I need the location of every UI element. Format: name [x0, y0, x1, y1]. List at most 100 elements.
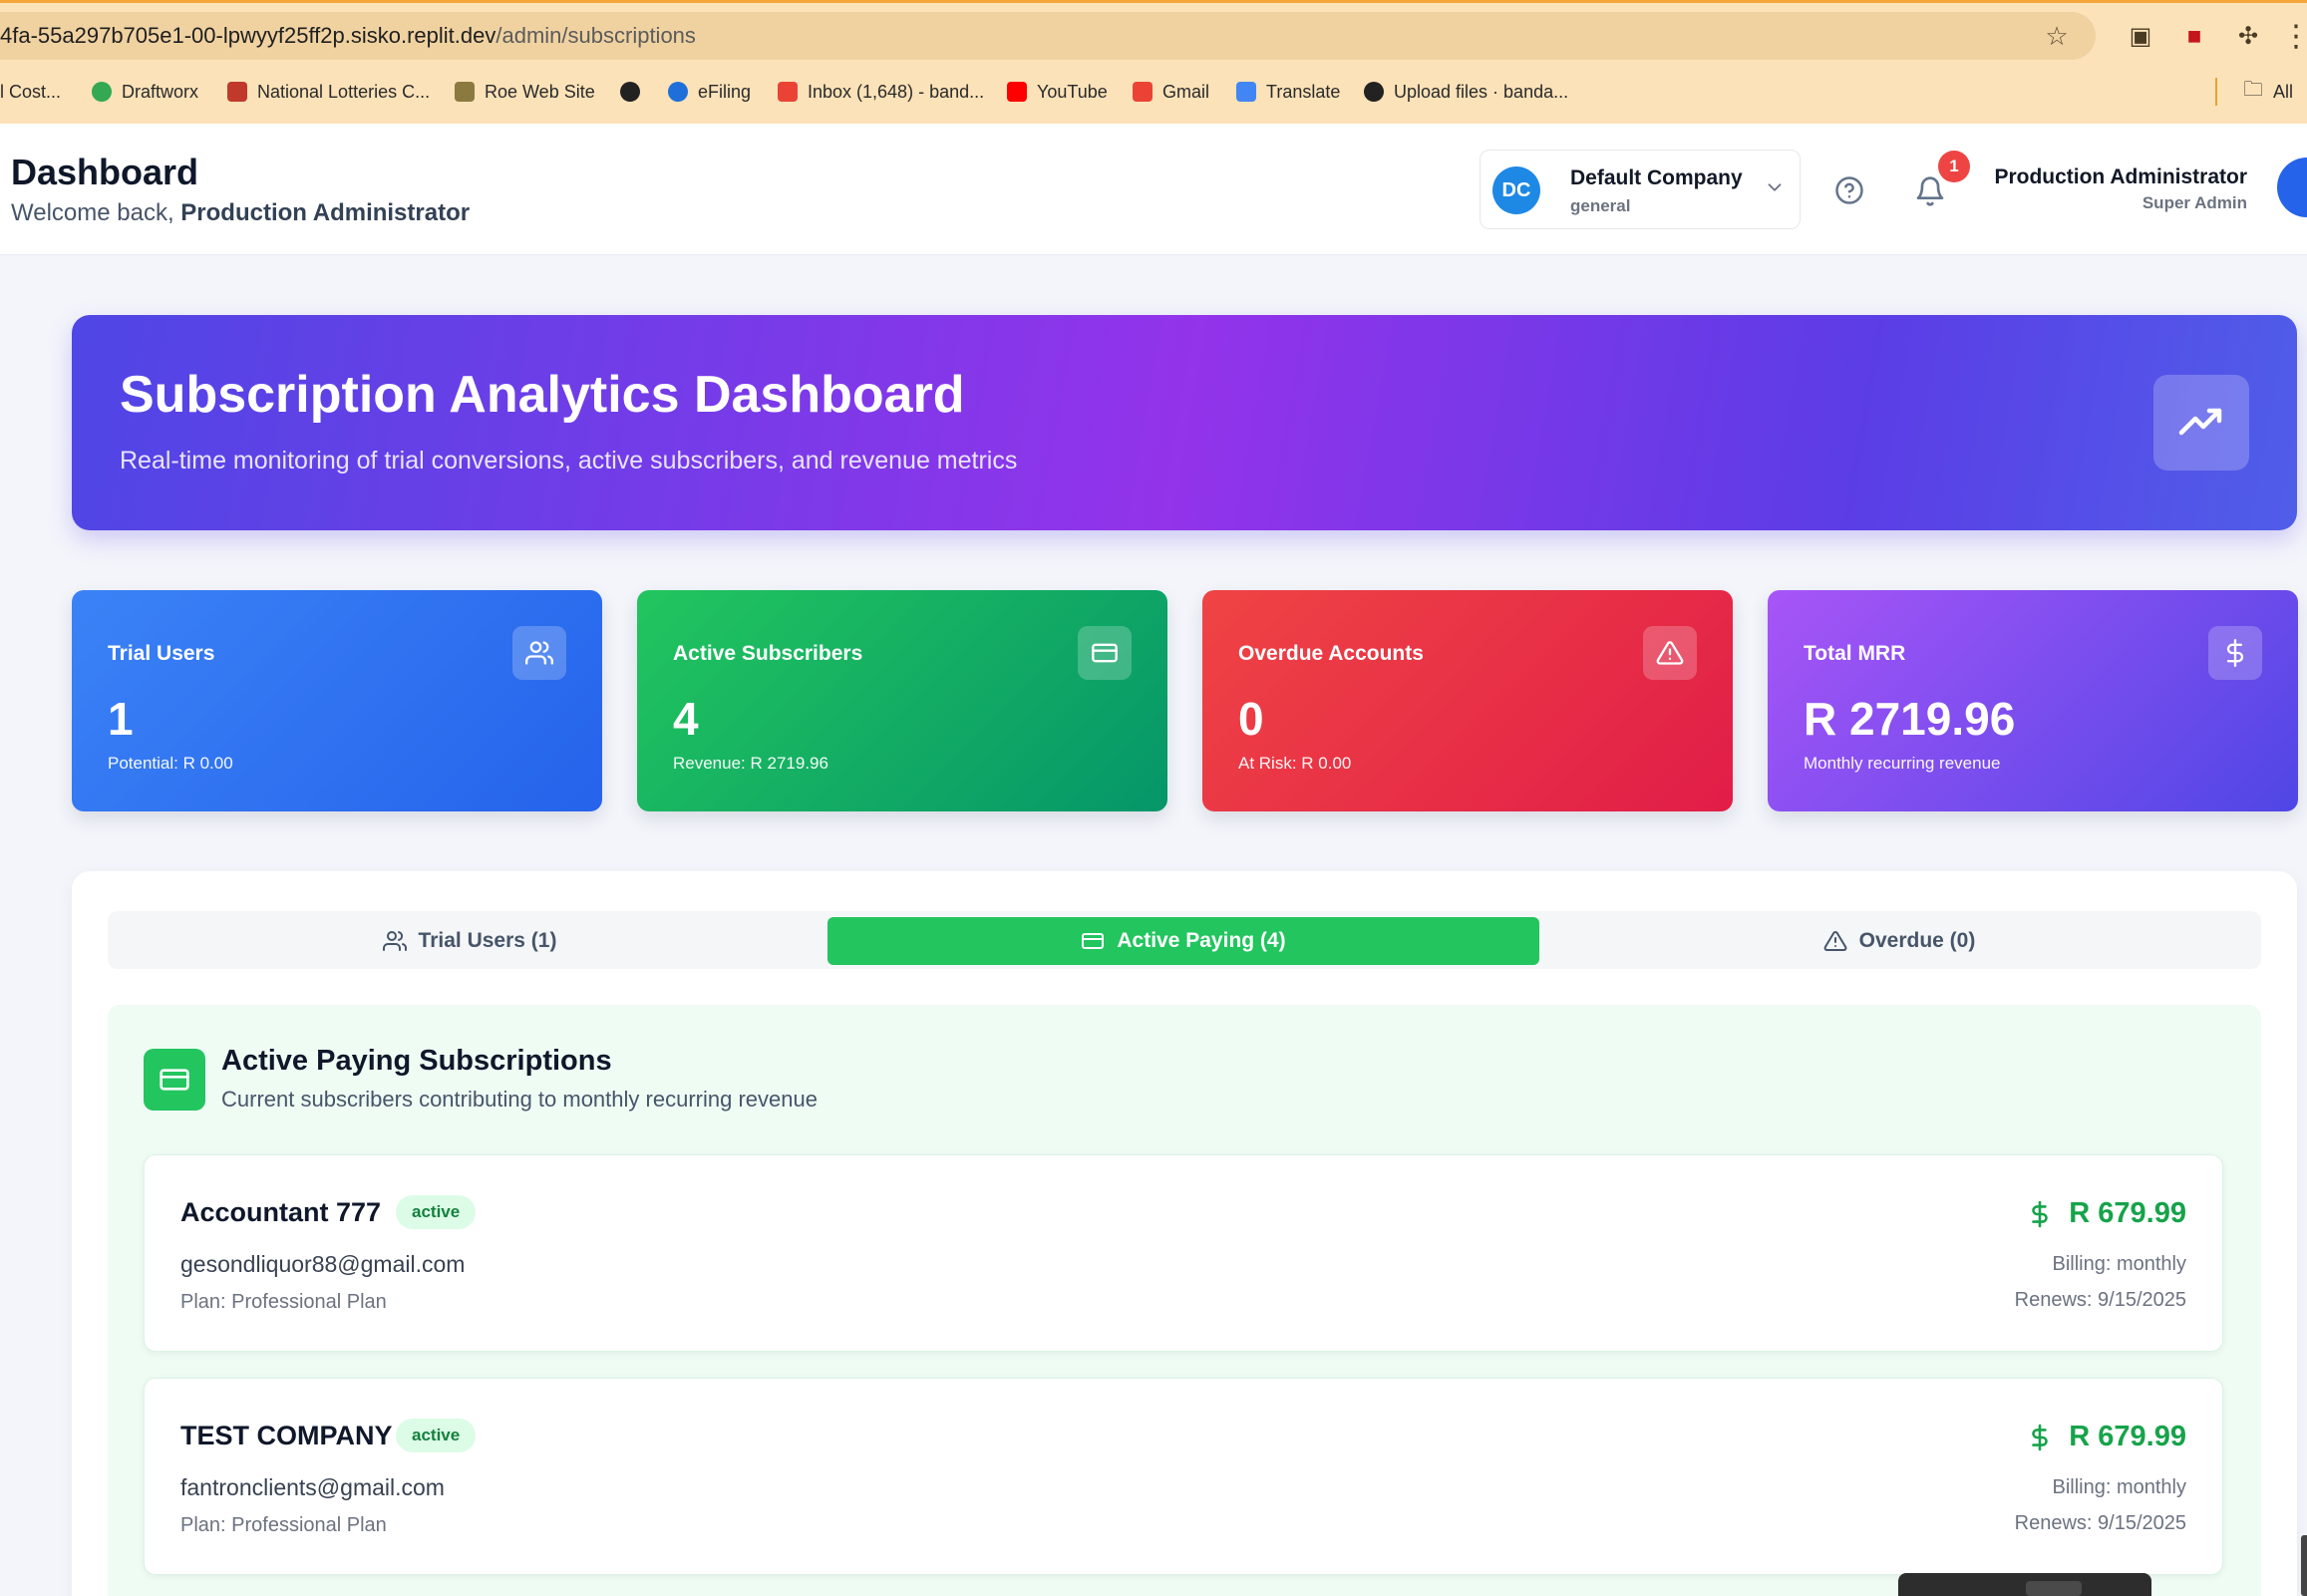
help-circle-icon[interactable] [1834, 175, 1864, 205]
welcome-text: Welcome back, Production Administrator [11, 199, 470, 227]
bookmarks-bar: l Cost... Draftworx National Lotteries C… [0, 72, 2307, 112]
users-icon [382, 931, 407, 951]
url-path: /admin/subscriptions [495, 23, 696, 48]
chrome-favicon-icon [92, 82, 112, 102]
pdf-extension-icon[interactable]: ■ [2177, 20, 2211, 54]
globe-favicon-icon [620, 82, 640, 102]
bookmark-item[interactable]: Inbox (1,648) - band... [778, 76, 984, 108]
status-badge: active [396, 1419, 477, 1452]
section-title: Active Paying Subscriptions [221, 1045, 612, 1077]
company-name: Default Company [1570, 166, 1743, 189]
billing-cycle: Billing: monthly [2052, 1253, 2186, 1275]
subscriber-plan: Plan: Professional Plan [180, 1291, 387, 1313]
browser-menu-icon[interactable]: ⋮ [2279, 20, 2307, 54]
youtube-favicon-icon [1007, 82, 1027, 102]
company-selector[interactable]: DC Default Company general [1480, 150, 1801, 229]
bookmark-item[interactable]: YouTube [1007, 76, 1108, 108]
notification-badge: 1 [1938, 151, 1970, 182]
dollar-icon [2032, 1200, 2049, 1227]
stat-subtext: Monthly recurring revenue [1804, 754, 2001, 773]
bell-icon[interactable] [1914, 175, 1946, 207]
renewal-date: Renews: 9/15/2025 [2014, 1289, 2186, 1311]
alert-triangle-icon [1643, 626, 1697, 680]
cast-icon[interactable]: ▣ [2124, 20, 2157, 54]
amount-group: R 679.99 [2027, 1197, 2186, 1230]
bookmarks-divider [2215, 78, 2217, 106]
billing-cycle: Billing: monthly [2052, 1476, 2186, 1498]
bookmark-item[interactable]: National Lotteries C... [227, 76, 430, 108]
stat-subtext: Revenue: R 2719.96 [673, 754, 828, 773]
subscription-card[interactable]: TEST COMPANY DATA active fantronclients@… [144, 1378, 2223, 1575]
bookmark-item[interactable]: eFiling [668, 76, 751, 108]
extensions-puzzle-icon[interactable]: ✣ [2231, 20, 2265, 54]
scrollbar-thumb[interactable] [2301, 1535, 2307, 1596]
stat-label: Total MRR [1804, 642, 1906, 665]
subscription-amount: R 679.99 [2069, 1197, 2186, 1229]
bookmark-label: Roe Web Site [485, 81, 595, 102]
page-title: Dashboard [11, 152, 199, 192]
hero-title: Subscription Analytics Dashboard [120, 366, 965, 424]
company-avatar: DC [1492, 166, 1540, 214]
address-bar[interactable]: 4fa-55a297b705e1-00-lpwyyf25ff2p.sisko.r… [0, 12, 2096, 60]
credit-card-icon [144, 1049, 205, 1111]
bookmark-label: eFiling [698, 81, 752, 102]
bookmark-item[interactable] [620, 76, 640, 108]
subscription-tabs: Trial Users (1) Active Paying (4) Overdu… [108, 911, 2261, 969]
bookmark-item[interactable]: l Cost... [0, 76, 61, 108]
bookmark-label: Upload files · banda... [1394, 81, 1569, 102]
bookmark-item[interactable]: Roe Web Site [455, 76, 595, 108]
toolbar-handle[interactable] [2026, 1581, 2082, 1596]
section-subtitle: Current subscribers contributing to mont… [221, 1087, 818, 1112]
bookmark-label: Inbox (1,648) - band... [808, 81, 985, 102]
stat-label: Active Subscribers [673, 642, 863, 665]
stat-subtext: Potential: R 0.00 [108, 754, 233, 773]
stat-label: Overdue Accounts [1238, 642, 1424, 665]
stat-card-active-subscribers: Active Subscribers 4 Revenue: R 2719.96 [637, 590, 1167, 811]
company-type: general [1570, 196, 1631, 215]
all-bookmarks-folder[interactable]: 🗀 All [2243, 76, 2293, 108]
efiling-favicon-icon [668, 82, 688, 102]
tab-label: Active Paying (4) [1117, 929, 1286, 952]
stat-subtext: At Risk: R 0.00 [1238, 754, 1352, 773]
subscription-card[interactable]: Accountant 777 active gesondliquor88@gma… [144, 1154, 2223, 1352]
tab-strip-edge [0, 0, 2307, 3]
floating-toolbar[interactable] [1898, 1573, 2151, 1596]
users-icon [512, 626, 566, 680]
subscriber-email: fantronclients@gmail.com [180, 1474, 445, 1500]
tab-label: Trial Users (1) [418, 929, 557, 952]
renewal-date: Renews: 9/15/2025 [2014, 1512, 2186, 1534]
hero-subtitle: Real-time monitoring of trial conversion… [120, 447, 1018, 475]
stat-value: 4 [673, 693, 699, 745]
bookmark-label: Draftworx [122, 81, 199, 102]
tab-trial-users[interactable]: Trial Users (1) [114, 917, 825, 965]
browser-chrome: 4fa-55a297b705e1-00-lpwyyf25ff2p.sisko.r… [0, 0, 2307, 124]
subscription-amount: R 679.99 [2069, 1421, 2186, 1452]
gmail-favicon-icon [778, 82, 798, 102]
stat-value: 1 [108, 693, 134, 745]
github-favicon-icon [1364, 82, 1384, 102]
stat-value: R 2719.96 [1804, 693, 2016, 745]
alert-triangle-icon [1823, 930, 1847, 951]
stat-label: Trial Users [108, 642, 215, 665]
dollar-icon [2032, 1424, 2049, 1450]
url-text[interactable]: 4fa-55a297b705e1-00-lpwyyf25ff2p.sisko.r… [0, 23, 696, 49]
bookmark-item[interactable]: Gmail [1133, 76, 1209, 108]
bookmark-item[interactable]: Draftworx [92, 76, 198, 108]
user-name[interactable]: Production Administrator [1994, 165, 2247, 189]
subscriber-plan: Plan: Professional Plan [180, 1514, 387, 1536]
subscriber-name: Accountant 777 [180, 1197, 382, 1227]
chevron-down-icon [1768, 183, 1782, 191]
welcome-name: Production Administrator [180, 199, 471, 226]
welcome-prefix: Welcome back, [11, 199, 181, 226]
folder-icon: 🗀 [2243, 79, 2263, 101]
hero-banner: Subscription Analytics Dashboard Real-ti… [72, 315, 2297, 530]
bookmark-item[interactable]: Translate [1236, 76, 1340, 108]
bookmark-label: Gmail [1162, 81, 1210, 102]
bookmark-star-icon[interactable]: ☆ [2042, 21, 2072, 51]
tab-overdue[interactable]: Overdue (0) [1543, 917, 2255, 965]
bookmark-label: All [2273, 81, 2294, 102]
amount-group: R 679.99 [2027, 1421, 2186, 1453]
bookmark-item[interactable]: Upload files · banda... [1364, 76, 1568, 108]
tab-label: Overdue (0) [1858, 929, 1976, 952]
tab-active-paying[interactable]: Active Paying (4) [827, 917, 1539, 965]
